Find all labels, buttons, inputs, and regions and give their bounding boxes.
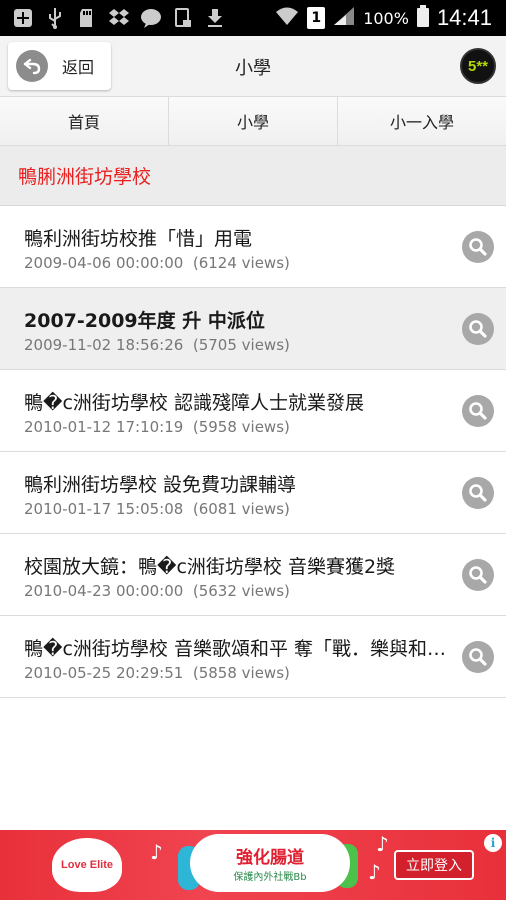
list-item[interactable]: 鴨利洲街坊校推「惜」用電 2009-04-06 00:00:00 (6124 v… bbox=[0, 206, 506, 288]
list-item[interactable]: 校園放大鏡：鴨�c洲街坊學校 音樂賽獲2獎 2010-04-23 00:00:0… bbox=[0, 534, 506, 616]
notification-icons bbox=[0, 8, 226, 29]
article-title: 鴨�c洲街坊學校 認識殘障人士就業發展 bbox=[24, 392, 364, 414]
battery-icon bbox=[416, 5, 429, 31]
article-date: 2010-05-25 20:29:51 bbox=[24, 664, 184, 682]
sd-card-icon bbox=[76, 8, 98, 28]
search-icon[interactable] bbox=[462, 395, 494, 427]
article-date: 2009-11-02 18:56:26 bbox=[24, 336, 184, 354]
music-note-icon: ♪ bbox=[150, 840, 163, 864]
article-views: (5632 views) bbox=[192, 582, 290, 600]
ad-subline: 保護內外社戰Bb bbox=[233, 872, 307, 883]
add-icon bbox=[12, 8, 34, 28]
article-title: 鴨利洲街坊學校 設免費功課輔導 bbox=[24, 474, 297, 496]
search-icon[interactable] bbox=[462, 559, 494, 591]
list-item[interactable]: 鴨�c洲街坊學校 音樂歌頌和平 奪「戰．樂與和平」創作比賽冠軍 2010-05-… bbox=[0, 616, 506, 698]
list-item[interactable]: 鴨�c洲街坊學校 認識殘障人士就業發展 2010-01-12 17:10:19 … bbox=[0, 370, 506, 452]
article-views: (5958 views) bbox=[192, 418, 290, 436]
article-date: 2010-01-12 17:10:19 bbox=[24, 418, 184, 436]
article-date: 2010-04-23 00:00:00 bbox=[24, 582, 184, 600]
article-date: 2009-04-06 00:00:00 bbox=[24, 254, 184, 272]
tab-home[interactable]: 首頁 bbox=[0, 97, 169, 145]
article-list: 鴨利洲街坊校推「惜」用電 2009-04-06 00:00:00 (6124 v… bbox=[0, 206, 506, 698]
article-views: (6124 views) bbox=[192, 254, 290, 272]
search-icon[interactable] bbox=[462, 313, 494, 345]
ad-message: 強化腸道 保護內外社戰Bb bbox=[190, 834, 350, 892]
chat-icon bbox=[140, 8, 162, 28]
article-meta: 2009-11-02 18:56:26 (5705 views) bbox=[24, 336, 290, 354]
article-title: 鴨�c洲街坊學校 音樂歌頌和平 奪「戰．樂與和平」創作比賽冠軍 bbox=[24, 638, 452, 660]
article-title: 校園放大鏡：鴨�c洲街坊學校 音樂賽獲2獎 bbox=[24, 556, 396, 578]
search-icon[interactable] bbox=[462, 641, 494, 673]
tab-bar: 首頁 小學 小一入學 bbox=[0, 96, 506, 146]
article-views: (5705 views) bbox=[192, 336, 290, 354]
brand-logo[interactable]: 5** bbox=[460, 48, 496, 84]
download-icon bbox=[204, 8, 226, 28]
clock: 14:41 bbox=[436, 5, 492, 30]
sim-indicator: 1 bbox=[307, 7, 326, 29]
article-date: 2010-01-17 15:05:08 bbox=[24, 500, 184, 518]
list-item[interactable]: 鴨利洲街坊學校 設免費功課輔導 2010-01-17 15:05:08 (608… bbox=[0, 452, 506, 534]
status-bar: 1 100% 14:41 bbox=[0, 0, 506, 36]
system-status: 1 100% 14:41 bbox=[275, 5, 506, 31]
ad-banner[interactable]: Love Elite ♪ ♪ ♪ 強化腸道 保護內外社戰Bb 立即登入 i bbox=[0, 830, 506, 900]
article-meta: 2009-04-06 00:00:00 (6124 views) bbox=[24, 254, 290, 272]
ad-headline: 強化腸道 bbox=[236, 848, 304, 868]
action-bar: 返回 小學 5** bbox=[0, 36, 506, 96]
music-note-icon: ♪ bbox=[368, 860, 381, 884]
tab-primary-school[interactable]: 小學 bbox=[169, 97, 338, 145]
signal-icon bbox=[333, 6, 355, 30]
ad-info-icon[interactable]: i bbox=[484, 834, 502, 852]
search-icon[interactable] bbox=[462, 231, 494, 263]
search-icon[interactable] bbox=[462, 477, 494, 509]
article-meta: 2010-01-17 15:05:08 (6081 views) bbox=[24, 500, 290, 518]
screenshot-icon bbox=[172, 8, 194, 28]
tab-p1-admission[interactable]: 小一入學 bbox=[338, 97, 506, 145]
article-meta: 2010-04-23 00:00:00 (5632 views) bbox=[24, 582, 290, 600]
article-meta: 2010-05-25 20:29:51 (5858 views) bbox=[24, 664, 290, 682]
battery-percent: 100% bbox=[363, 8, 409, 28]
music-note-icon: ♪ bbox=[376, 832, 389, 856]
ad-cta-button[interactable]: 立即登入 bbox=[394, 850, 474, 880]
article-title: 2007-2009年度 升 中派位 bbox=[24, 310, 265, 332]
article-views: (5858 views) bbox=[192, 664, 290, 682]
school-name: 鴨脷洲街坊學校 bbox=[18, 166, 152, 188]
wifi-icon bbox=[275, 6, 299, 30]
school-header: 鴨脷洲街坊學校 bbox=[0, 146, 506, 206]
list-item[interactable]: 2007-2009年度 升 中派位 2009-11-02 18:56:26 (5… bbox=[0, 288, 506, 370]
article-views: (6081 views) bbox=[192, 500, 290, 518]
usb-icon bbox=[44, 8, 66, 29]
page-title: 小學 bbox=[235, 58, 271, 79]
article-title: 鴨利洲街坊校推「惜」用電 bbox=[24, 228, 253, 250]
ad-brand-logo: Love Elite bbox=[52, 838, 122, 892]
dropbox-icon bbox=[108, 8, 130, 28]
article-meta: 2010-01-12 17:10:19 (5958 views) bbox=[24, 418, 290, 436]
